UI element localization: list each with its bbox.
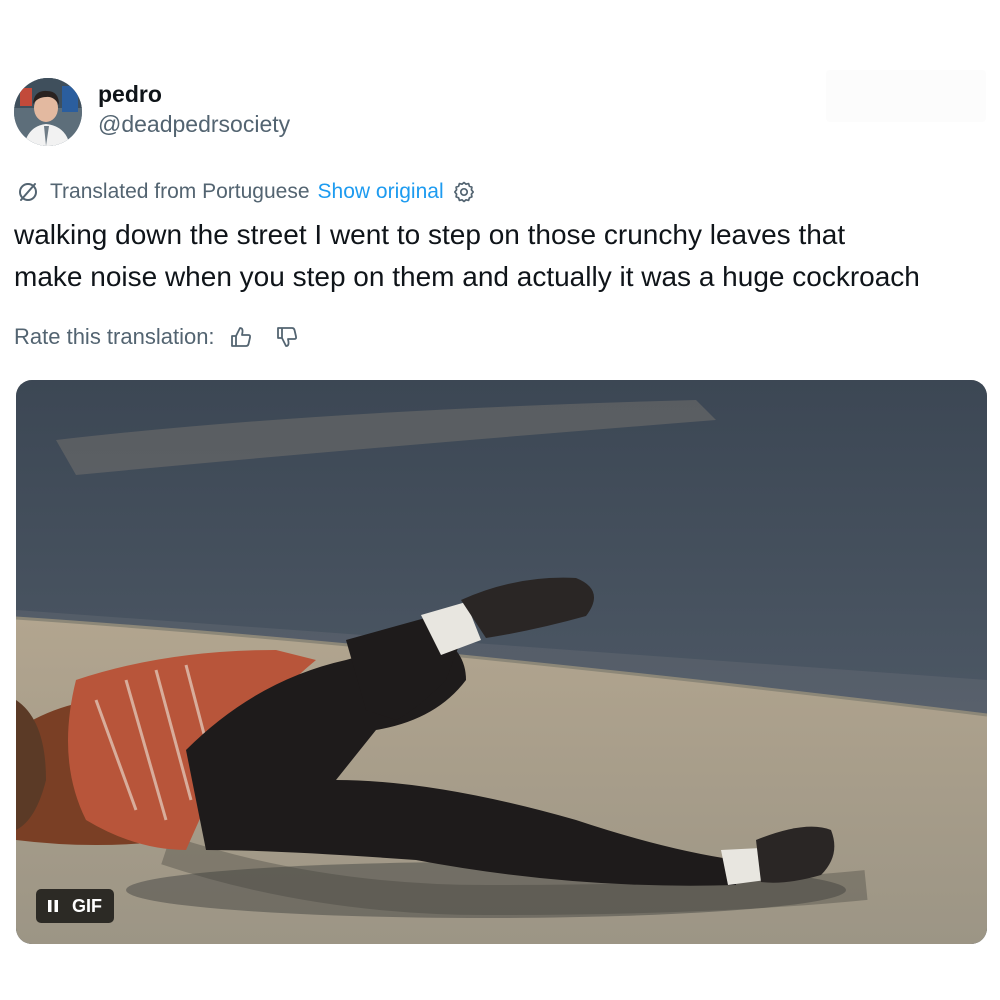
translated-label: Translated from Portuguese <box>50 180 310 203</box>
tweet-text: walking down the street I went to step o… <box>14 219 920 292</box>
display-name[interactable]: pedro <box>98 79 290 109</box>
translation-bar: Translated from Portuguese Show original <box>16 178 476 206</box>
gif-label: GIF <box>72 895 102 916</box>
tweet-header: pedro @deadpedrsociety <box>14 78 290 146</box>
pause-icon[interactable] <box>46 899 60 913</box>
show-original-link[interactable]: Show original <box>318 178 444 206</box>
author-names: pedro @deadpedrsociety <box>98 79 290 139</box>
rate-translation: Rate this translation: <box>14 322 299 352</box>
gear-icon[interactable] <box>452 180 476 204</box>
rate-label: Rate this translation: <box>14 324 215 349</box>
avatar[interactable] <box>14 78 82 146</box>
user-handle[interactable]: @deadpedrsociety <box>98 109 290 139</box>
gif-media[interactable] <box>16 380 987 944</box>
translate-icon <box>19 183 37 201</box>
tweet-card: pedro @deadpedrsociety Translated from P… <box>0 0 1000 1000</box>
gif-frame <box>16 380 987 944</box>
gif-badge[interactable]: GIF <box>36 889 114 923</box>
thumbs-down-icon[interactable] <box>275 325 299 349</box>
thumbs-up-icon[interactable] <box>229 325 253 349</box>
header-placeholder <box>826 70 986 122</box>
